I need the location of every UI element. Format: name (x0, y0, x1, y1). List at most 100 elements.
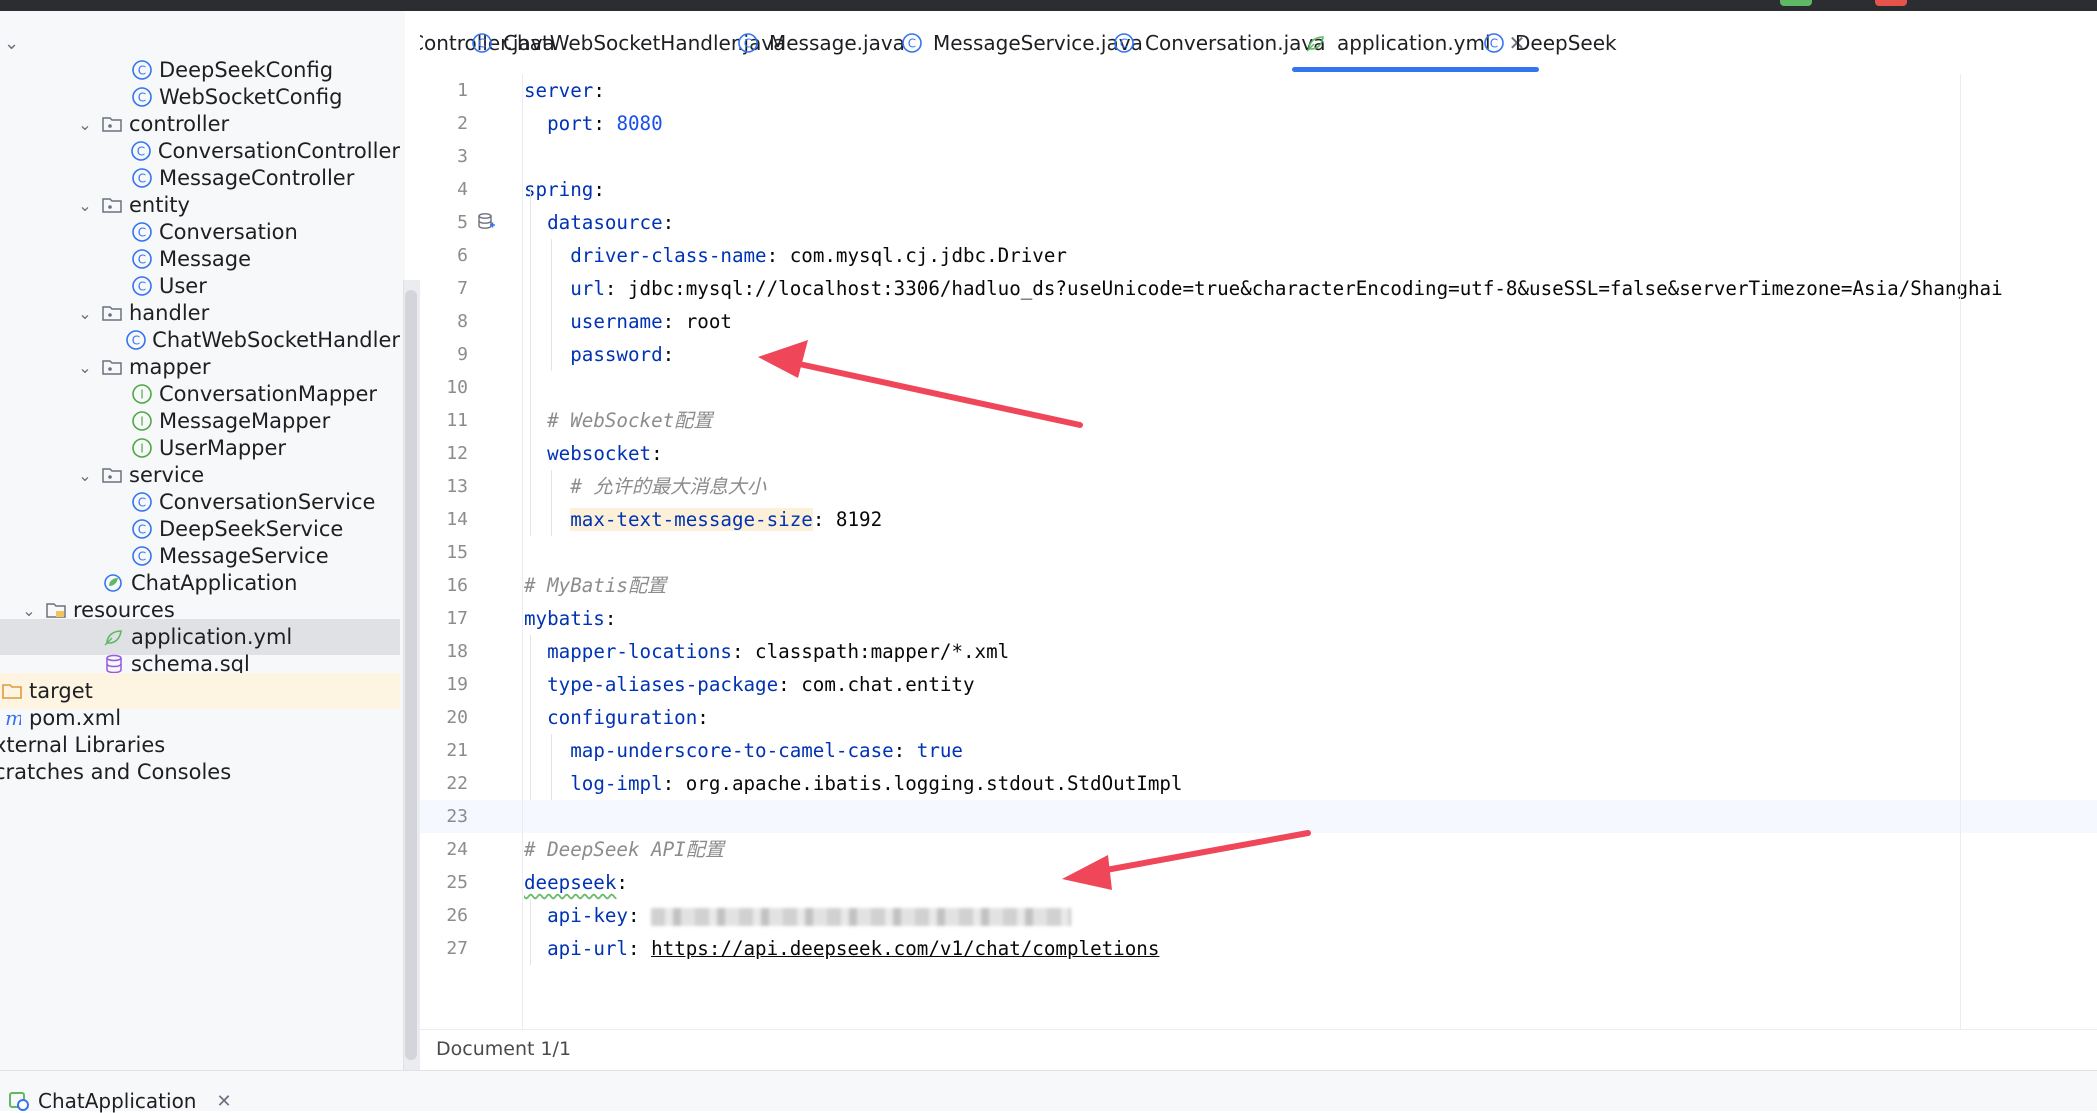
line-number: 4 (457, 179, 468, 200)
svg-text:C: C (138, 253, 146, 267)
code-text: websocket: (547, 442, 663, 465)
code-line[interactable]: 22 log-impl: org.apache.ibatis.logging.s… (420, 767, 2097, 800)
svg-text:C: C (138, 280, 146, 294)
line-number: 19 (446, 674, 468, 695)
tab-deepseek[interactable]: C DeepSeek (1482, 11, 1617, 74)
line-number: 27 (446, 938, 468, 959)
code-text: type-aliases-package: com.chat.entity (547, 673, 975, 696)
right-margin-guide (1960, 74, 1961, 1029)
line-number: 24 (446, 839, 468, 860)
code-line[interactable]: 17 mybatis: (420, 602, 2097, 635)
code-line[interactable]: 19 type-aliases-package: com.chat.entity (420, 668, 2097, 701)
run-tab-chatapplication[interactable]: ChatApplication ✕ (8, 1089, 232, 1113)
code-line[interactable]: 15 (420, 536, 2097, 569)
line-number: 15 (446, 542, 468, 563)
code-line[interactable]: 13 # 允许的最大消息大小 (420, 470, 2097, 503)
tree-item-cratches-and-consoles[interactable]: cratches and Consoles (0, 754, 394, 790)
line-number: 9 (457, 344, 468, 365)
code-line[interactable]: 7 url: jdbc:mysql://localhost:3306/hadlu… (420, 272, 2097, 305)
line-number: 22 (446, 773, 468, 794)
project-tree-scrollbar-thumb[interactable] (405, 290, 417, 1060)
tab-messageservice-java[interactable]: C MessageService.java (900, 11, 1143, 74)
svg-text:C: C (138, 550, 146, 564)
svg-text:C: C (138, 64, 146, 78)
code-line[interactable]: 8 username: root (420, 305, 2097, 338)
code-line[interactable]: 5 datasource: (420, 206, 2097, 239)
line-number: 2 (457, 113, 468, 134)
window-top-bar (0, 0, 2097, 11)
tab-label: DeepSeek (1515, 30, 1617, 55)
code-line[interactable]: 14 max-text-message-size: 8192 (420, 503, 2097, 536)
code-text: password: (570, 343, 675, 366)
code-text: username: root (570, 310, 732, 333)
code-text: # MyBatis配置 (524, 574, 667, 597)
chevron-down-icon[interactable]: ⌄ (74, 196, 96, 215)
code-line[interactable]: 26 api-key: (420, 899, 2097, 932)
code-line[interactable]: 20 configuration: (420, 701, 2097, 734)
code-editor[interactable]: 1 server: 2 port: 8080 3 4 spring: 5 datasourc… (420, 74, 2097, 1029)
code-text: # WebSocket配置 (547, 409, 713, 432)
indent-guide (551, 239, 552, 371)
code-line[interactable]: 18 mapper-locations: classpath:mapper/*.… (420, 635, 2097, 668)
chevron-down-icon[interactable]: ⌄ (4, 33, 19, 54)
code-line[interactable]: 9 password: (420, 338, 2097, 371)
chevron-down-icon[interactable]: ⌄ (18, 601, 40, 620)
code-line[interactable]: 24 # DeepSeek API配置 (420, 833, 2097, 866)
code-line[interactable]: 16 # MyBatis配置 (420, 569, 2097, 602)
spring-app-icon (8, 1090, 30, 1112)
code-line[interactable]: 11 # WebSocket配置 (420, 404, 2097, 437)
top-red-indicator (1875, 0, 1907, 6)
project-tree-panel: ⌄ C DeepSeekConfig C WebSocketConfig ⌄ contro… (0, 11, 405, 1070)
class-icon: C (470, 31, 494, 55)
code-text: # 允许的最大消息大小 (570, 475, 767, 498)
code-text: api-url: https://api.deepseek.com/v1/cha… (547, 937, 1160, 960)
code-line[interactable]: 21 map-underscore-to-camel-case: true (420, 734, 2097, 767)
code-line[interactable]: 10 (420, 371, 2097, 404)
svg-text:m: m (5, 707, 21, 729)
close-icon[interactable]: ✕ (217, 1091, 232, 1112)
line-number: 23 (446, 806, 468, 827)
yaml-icon (1304, 31, 1328, 55)
editor-breadcrumb-bar: Document 1/1 (420, 1029, 2097, 1071)
class-icon: C (736, 31, 760, 55)
svg-text:I: I (140, 442, 144, 456)
code-line[interactable]: 1 server: (420, 74, 2097, 107)
svg-text:C: C (138, 91, 146, 105)
code-text: datasource: (547, 211, 675, 234)
code-line[interactable]: 25 deepseek: (420, 866, 2097, 899)
code-text: url: jdbc:mysql://localhost:3306/hadluo_… (570, 277, 2003, 300)
tree-item-label: cratches and Consoles (0, 760, 232, 784)
tab-conversation-java[interactable]: C Conversation.java (1112, 11, 1326, 74)
indent-guide (530, 188, 531, 536)
chevron-down-icon[interactable]: ⌄ (74, 304, 96, 323)
document-indicator: Document 1/1 (436, 1038, 572, 1060)
code-text: api-key: (524, 899, 1072, 932)
database-gutter-icon[interactable] (476, 212, 496, 236)
indent-guide (551, 470, 552, 536)
line-number: 14 (446, 509, 468, 530)
tab-message-java[interactable]: C Message.java (736, 11, 905, 74)
svg-text:I: I (140, 388, 144, 402)
chevron-down-icon[interactable]: ⌄ (74, 115, 96, 134)
line-number: 1 (457, 80, 468, 101)
line-number: 17 (446, 608, 468, 629)
code-text: # DeepSeek API配置 (524, 838, 725, 861)
chevron-down-icon[interactable]: ⌄ (74, 466, 96, 485)
tab-label: application.yml (1337, 30, 1491, 55)
code-line[interactable]: 23 (420, 800, 2097, 833)
code-line[interactable]: 3 (420, 140, 2097, 173)
code-line[interactable]: 4 spring: (420, 173, 2097, 206)
code-text: configuration: (547, 706, 709, 729)
svg-text:C: C (138, 496, 146, 510)
chevron-down-icon[interactable]: ⌄ (74, 358, 96, 377)
class-icon: C (900, 31, 924, 55)
line-number: 6 (457, 245, 468, 266)
code-line[interactable]: 2 port: 8080 (420, 107, 2097, 140)
svg-text:C: C (1120, 36, 1128, 50)
code-line[interactable]: 6 driver-class-name: com.mysql.cj.jdbc.D… (420, 239, 2097, 272)
code-line[interactable]: 12 websocket: (420, 437, 2097, 470)
tab-label: Message.java (769, 30, 905, 55)
svg-text:C: C (138, 226, 146, 240)
code-text: driver-class-name: com.mysql.cj.jdbc.Dri… (570, 244, 1067, 267)
code-line[interactable]: 27 api-url: https://api.deepseek.com/v1/… (420, 932, 2097, 965)
